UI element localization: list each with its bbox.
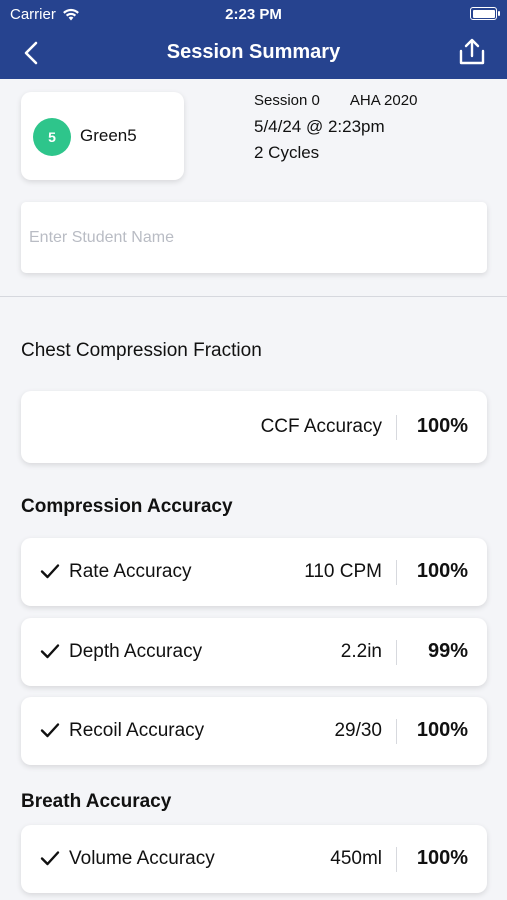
volume-accuracy-card: Volume Accuracy 450ml 100%: [21, 825, 487, 893]
rate-accuracy-value: 110 CPM: [304, 561, 382, 582]
depth-accuracy-card: Depth Accuracy 2.2in 99%: [21, 618, 487, 686]
top-header: Carrier 2:23 PM Session Summary: [0, 0, 507, 79]
depth-accuracy-percent: 99%: [427, 640, 468, 662]
recoil-accuracy-percent: 100%: [416, 719, 468, 741]
ccf-accuracy-label: CCF Accuracy: [260, 416, 382, 437]
section-divider: [0, 296, 507, 297]
status-bar: Carrier 2:23 PM: [0, 0, 507, 28]
recoil-accuracy-value: 29/30: [334, 720, 382, 741]
share-upload-icon[interactable]: [455, 36, 489, 68]
metric-separator: [396, 847, 397, 872]
device-name: Green5: [80, 126, 137, 145]
checkmark-icon: [40, 644, 60, 659]
battery-icon: [470, 7, 500, 20]
volume-accuracy-label: Volume Accuracy: [69, 848, 215, 869]
device-card[interactable]: 5 Green5: [21, 92, 184, 180]
checkmark-icon: [40, 851, 60, 866]
volume-accuracy-value: 450ml: [330, 848, 382, 869]
session-datetime: 5/4/24 @ 2:23pm: [254, 117, 385, 136]
metric-separator: [396, 560, 397, 585]
rate-accuracy-label: Rate Accuracy: [69, 561, 192, 582]
recoil-accuracy-label: Recoil Accuracy: [69, 720, 205, 741]
rate-accuracy-percent: 100%: [416, 560, 468, 582]
rate-accuracy-card: Rate Accuracy 110 CPM 100%: [21, 538, 487, 606]
ccf-accuracy-card: CCF Accuracy 100%: [21, 391, 487, 463]
depth-accuracy-value: 2.2in: [340, 641, 382, 662]
ccf-section-title: Chest Compression Fraction: [21, 340, 262, 361]
student-name-input[interactable]: [29, 202, 479, 273]
student-name-card: [21, 202, 487, 273]
checkmark-icon: [40, 564, 60, 579]
page-title: Session Summary: [166, 41, 341, 63]
checkmark-icon: [40, 723, 60, 738]
navigation-bar: Session Summary: [0, 28, 507, 79]
ccf-accuracy-percent: 100%: [416, 415, 468, 437]
depth-accuracy-label: Depth Accuracy: [69, 641, 203, 662]
metric-separator: [396, 640, 397, 665]
device-badge: 5: [33, 118, 71, 156]
session-cycles: 2 Cycles: [254, 143, 320, 162]
metric-separator: [396, 719, 397, 744]
compression-section-title: Compression Accuracy: [21, 496, 233, 517]
volume-accuracy-percent: 100%: [416, 847, 468, 869]
session-label: Session 0: [254, 92, 320, 109]
metric-separator: [396, 415, 397, 440]
recoil-accuracy-card: Recoil Accuracy 29/30 100%: [21, 697, 487, 765]
session-info: Session 0 AHA 2020 5/4/24 @ 2:23pm 2 Cyc…: [254, 91, 417, 163]
breath-section-title: Breath Accuracy: [21, 791, 172, 812]
status-time: 2:23 PM: [225, 6, 282, 23]
session-protocol: AHA 2020: [349, 92, 418, 109]
